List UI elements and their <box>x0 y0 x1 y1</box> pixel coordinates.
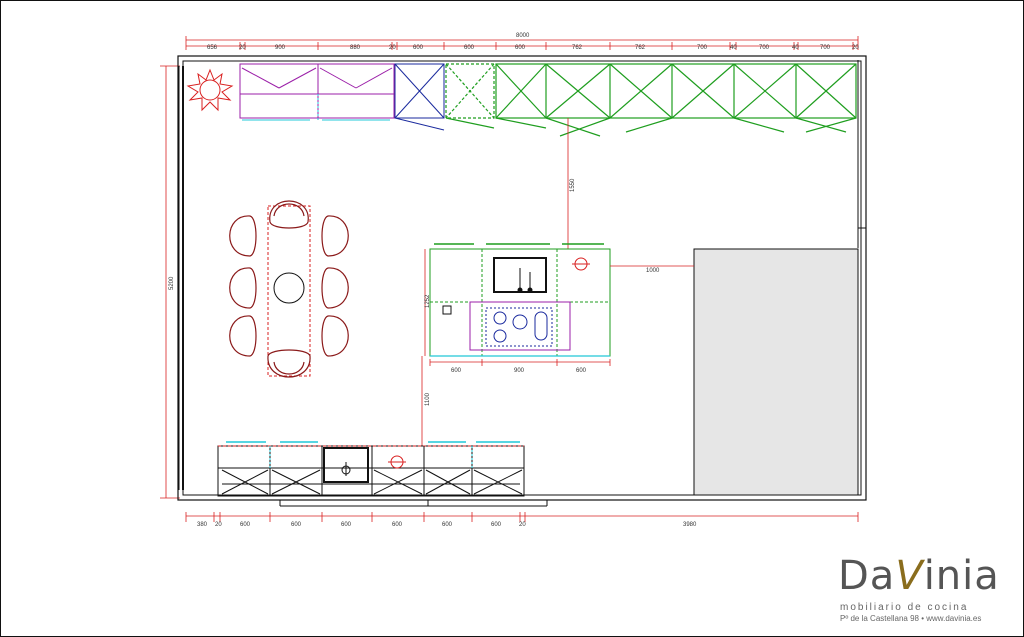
dim-bottom-1: 20 <box>215 522 222 528</box>
dim-bottom-8: 20 <box>519 522 526 528</box>
fridge-unit <box>394 63 445 131</box>
logo-brand-pre: Da <box>838 553 896 599</box>
dim-top-14: 700 <box>820 45 831 51</box>
dim-island-0: 600 <box>451 368 462 374</box>
dim-top-2: 900 <box>275 45 286 51</box>
logo-wordmark: DaVinia <box>838 552 1000 600</box>
dim-bottom-7: 600 <box>491 522 502 528</box>
dim-bottom-9: 3980 <box>683 522 697 528</box>
dim-island-2: 600 <box>576 368 587 374</box>
dim-bottom-4: 600 <box>341 522 352 528</box>
upper-wall-cabinets <box>445 63 857 137</box>
dim-top-15: 20 <box>852 45 859 51</box>
logo-address: Pº de la Castellana 98 • www.davinia.es <box>840 614 982 623</box>
dim-island-right: 1000 <box>646 268 660 274</box>
kitchen-floor-plan: 8000 656 20 900 880 20 600 600 600 762 7… <box>160 33 867 528</box>
bottom-dimension-chain <box>185 512 859 522</box>
tall-units <box>239 63 395 119</box>
dim-bottom-6: 600 <box>442 522 453 528</box>
dim-island-height: 1252 <box>425 294 431 308</box>
dim-island-1: 900 <box>514 368 525 374</box>
dim-top-10: 700 <box>697 45 708 51</box>
dim-top-7: 600 <box>515 45 526 51</box>
logo-brand-v: V <box>895 553 924 599</box>
logo-brand-post: inia <box>923 553 1000 599</box>
pantry-block <box>693 248 859 496</box>
dim-upper-link: 1550 <box>570 178 576 192</box>
dim-lower-link: 1100 <box>425 392 431 406</box>
island-sink <box>517 268 533 293</box>
dim-top-6: 600 <box>464 45 475 51</box>
dim-top-12: 700 <box>759 45 770 51</box>
dim-top-9: 762 <box>635 45 646 51</box>
dim-bottom-3: 600 <box>291 522 302 528</box>
dim-bottom-0: 380 <box>197 522 208 528</box>
dim-top-5: 600 <box>413 45 424 51</box>
dim-bottom-5: 600 <box>392 522 403 528</box>
dim-room-depth: 5200 <box>169 276 175 290</box>
dim-top-0: 656 <box>207 45 218 51</box>
logo-tagline: mobiliario de cocina <box>840 602 969 613</box>
bottom-counter <box>217 441 525 497</box>
kitchen-island <box>429 243 611 357</box>
dim-top-13: 40 <box>792 45 799 51</box>
dim-top-3: 880 <box>350 45 361 51</box>
dining-chairs <box>229 200 349 378</box>
dim-top-11: 40 <box>730 45 737 51</box>
island-dimensions <box>421 249 694 446</box>
dim-bottom-2: 600 <box>240 522 251 528</box>
dim-top-1: 20 <box>239 45 246 51</box>
davinia-logo: DaVinia mobiliario de cocina Pº de la Ca… <box>838 552 999 632</box>
plant-icon <box>186 68 234 112</box>
dim-total-width: 8000 <box>516 33 530 39</box>
bottom-tap-icon <box>388 455 406 469</box>
island-hob <box>493 311 548 343</box>
dim-top-8: 762 <box>572 45 583 51</box>
island-tap-icon <box>572 257 590 271</box>
bottom-sink-icon <box>341 462 351 476</box>
island-bin-icon <box>442 305 452 315</box>
dim-top-4: 20 <box>389 45 396 51</box>
